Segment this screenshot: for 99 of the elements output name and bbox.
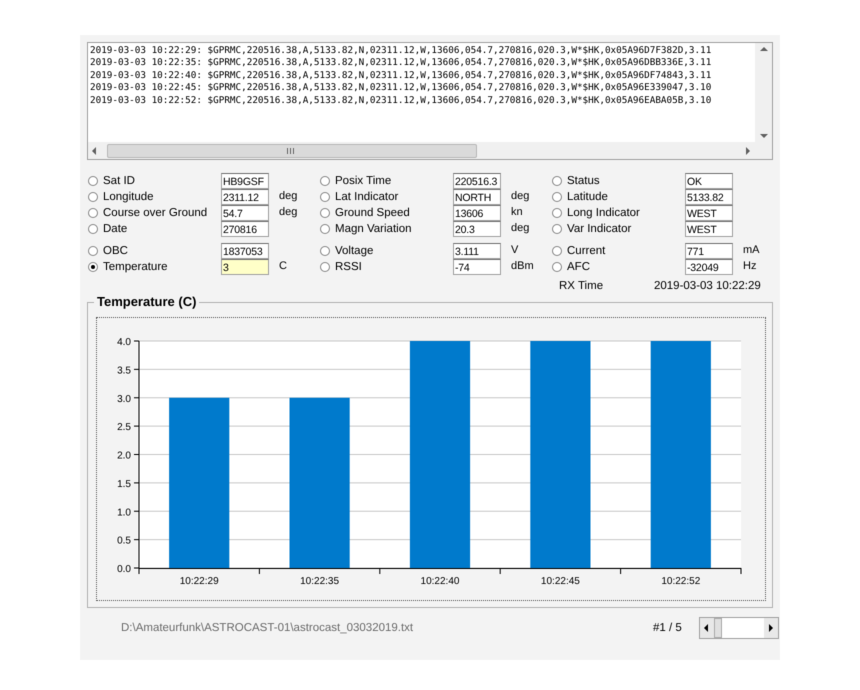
log-line: 2019-03-03 10:22:40: $GPRMC,220516.38,A,5133.82,N,02311.12,W,13606,054.7,270816,020.3,W*$HK,0x05A96DF74843,3.11 — [90, 70, 712, 82]
field-label: Course over Ground — [103, 207, 208, 219]
radio-button[interactable] — [552, 176, 562, 186]
input-field[interactable]: 3 — [221, 259, 269, 275]
radio-button[interactable] — [88, 192, 98, 202]
unit-label: Hz — [743, 260, 756, 272]
unit-label: deg — [511, 222, 530, 234]
input-field[interactable]: -74 — [453, 259, 501, 275]
field-label: Ground Speed — [335, 207, 411, 219]
field-label: Current — [567, 245, 606, 257]
input-field[interactable]: -32049 — [685, 259, 733, 275]
radio-button[interactable] — [320, 208, 330, 218]
radio-button[interactable] — [320, 246, 330, 256]
y-tick-label: 4.0 — [117, 337, 131, 348]
unit-label: C — [279, 260, 287, 272]
log-box[interactable] — [87, 42, 773, 160]
input-field[interactable]: 771 — [685, 243, 733, 259]
radio-button[interactable] — [320, 224, 330, 234]
radio-button[interactable] — [88, 262, 98, 272]
input-field[interactable]: WEST — [685, 205, 733, 221]
field-label: Longitude — [103, 191, 155, 203]
y-tick-label: 1.5 — [117, 478, 131, 490]
input-field[interactable]: HB9GSF — [221, 173, 269, 189]
scroll-right-icon[interactable] — [764, 618, 778, 638]
field-label: Latitude — [567, 191, 609, 203]
unit-label: mA — [743, 244, 760, 256]
x-tick-label: 10:22:35 — [300, 576, 340, 587]
scroll-left-icon[interactable] — [700, 618, 714, 638]
log-line: 2019-03-03 10:22:52: $GPRMC,220516.38,A,5133.82,N,02311.12,W,13606,054.7,270816,020.3,W*$HK,0x05A96EABA05B,3.10 — [90, 94, 712, 108]
radio-button[interactable] — [88, 246, 98, 256]
scrollbar-thumb[interactable] — [714, 618, 722, 638]
radio-button[interactable] — [552, 192, 562, 202]
vertical-scrollbar[interactable] — [755, 43, 772, 142]
input-field[interactable]: 5133.82 — [685, 189, 733, 205]
field-label: Posix Time — [335, 175, 392, 187]
unit-label: dBm — [511, 260, 534, 272]
input-field[interactable]: 3.111 — [453, 243, 501, 259]
input-field[interactable]: 2311.12 — [221, 189, 269, 205]
y-tick-label: 2.0 — [117, 450, 131, 462]
unit-label: deg — [511, 190, 530, 202]
x-tick-label: 10:22:29 — [180, 576, 219, 587]
field-label: Long Indicator — [567, 207, 641, 219]
field-label: Var Indicator — [567, 223, 632, 235]
unit-label: V — [511, 244, 518, 256]
x-tick-label: 10:22:40 — [420, 576, 460, 587]
y-tick-label: 2.5 — [117, 422, 131, 434]
y-tick-label: 0.0 — [117, 564, 131, 575]
radio-button[interactable] — [552, 208, 562, 218]
input-field[interactable]: 54.7 — [221, 205, 269, 221]
field-label: Status — [567, 175, 601, 187]
radio-button[interactable] — [552, 246, 562, 256]
input-field[interactable]: 13606 — [453, 205, 501, 221]
input-field[interactable]: 20.3 — [453, 221, 501, 237]
field-label: AFC — [567, 261, 591, 273]
field-label: RSSI — [335, 261, 363, 273]
x-tick-label: 10:22:45 — [540, 576, 580, 587]
input-field[interactable]: WEST — [685, 221, 733, 237]
chart-title: Temperature (C) — [94, 294, 200, 309]
unit-label: deg — [279, 206, 298, 218]
log-line: 2019-03-03 10:22:45: $GPRMC,220516.38,A,5133.82,N,02311.12,W,13606,054.7,270816,020.3,W*$HK,0x05A96E339047,3.10 — [90, 82, 712, 95]
horizontal-scrollbar[interactable] — [88, 142, 772, 159]
radio-button[interactable] — [320, 262, 330, 272]
radio-button[interactable] — [320, 176, 330, 186]
field-label: Magn Variation — [335, 223, 412, 235]
field-label: Temperature — [103, 261, 169, 273]
y-tick-label: 1.0 — [117, 507, 131, 518]
scroll-up-icon[interactable] — [760, 47, 768, 51]
input-field[interactable]: 1837053 — [221, 243, 269, 259]
field-label: Voltage — [335, 245, 374, 257]
field-label: OBC — [103, 245, 129, 257]
input-field[interactable]: OK — [685, 173, 733, 189]
input-field[interactable]: NORTH — [453, 189, 501, 205]
record-counter: #1 / 5 — [653, 622, 683, 634]
input-field[interactable]: 270816 — [221, 221, 269, 237]
rx-time-label: RX Time — [559, 280, 604, 294]
y-tick-label: 0.5 — [117, 536, 131, 547]
radio-button[interactable] — [88, 208, 98, 218]
record-scrollbar[interactable] — [699, 617, 779, 639]
radio-button[interactable] — [552, 262, 562, 272]
unit-label: kn — [511, 206, 523, 218]
radio-button[interactable] — [88, 176, 98, 186]
unit-label: deg — [279, 190, 298, 202]
field-label: Date — [103, 223, 128, 235]
field-label: Lat Indicator — [335, 191, 400, 203]
file-path: D:\Amateurfunk\ASTROCAST-01\astrocast_03032019.txt — [121, 622, 414, 634]
x-tick-label: 10:22:52 — [661, 576, 700, 587]
radio-button[interactable] — [88, 224, 98, 234]
radio-button[interactable] — [552, 224, 562, 234]
scroll-down-icon[interactable] — [760, 134, 768, 138]
field-label: Sat ID — [103, 175, 136, 187]
log-line: 2019-03-03 10:22:29: $GPRMC,220516.38,A,5133.82,N,02311.12,W,13606,054.7,270816,020.3,W*$HK,0x05A96D7F382D,3.11 — [90, 45, 712, 58]
rx-time-value: 2019-03-03 10:22:29 — [654, 280, 761, 294]
grip-icon — [287, 148, 294, 154]
scrollbar-thumb[interactable] — [107, 144, 477, 158]
y-tick-label: 3.0 — [117, 394, 131, 405]
y-tick-label: 3.5 — [117, 365, 131, 376]
input-field[interactable]: 220516.3 — [453, 173, 501, 189]
radio-button[interactable] — [320, 192, 330, 202]
log-line: 2019-03-03 10:22:35: $GPRMC,220516.38,A,5133.82,N,02311.12,W,13606,054.7,270816,020.3,W*$HK,0x05A96DBB336E,3.11 — [90, 57, 712, 70]
